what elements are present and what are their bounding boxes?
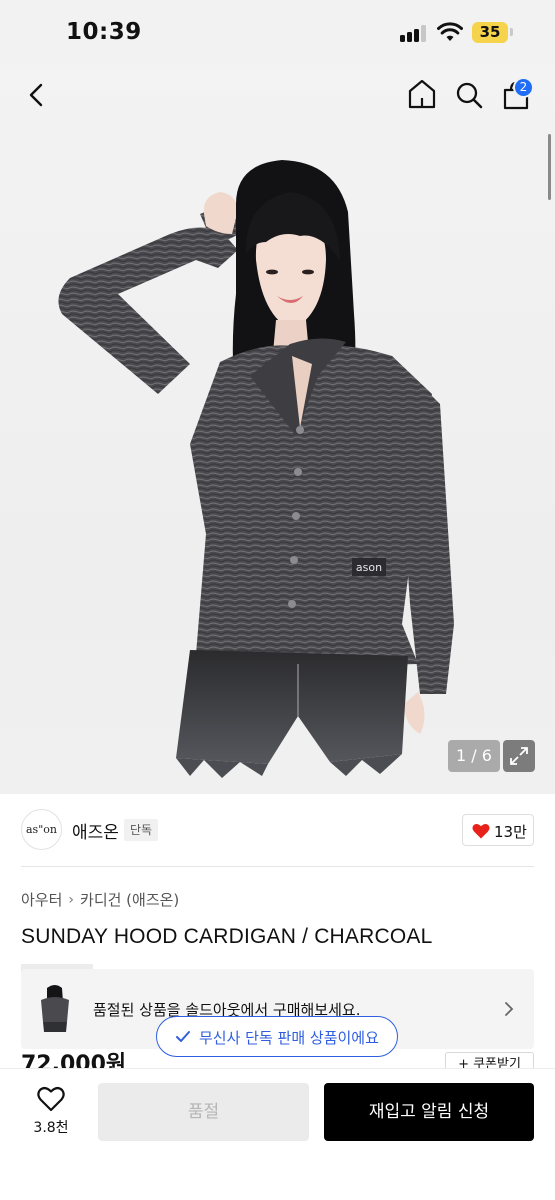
breadcrumb: 아우터 › 카디건 (애즈온)	[21, 889, 179, 910]
brand-name[interactable]: 애즈온	[72, 818, 119, 843]
signal-icon	[400, 25, 428, 42]
exclusive-sale-notice: 무신사 단독 판매 상품이에요	[156, 1016, 398, 1057]
product-price: 72,000원	[21, 1052, 127, 1068]
like-count: 13만	[494, 823, 527, 841]
like-button[interactable]: 13만	[462, 814, 534, 846]
heart-outline-icon[interactable]	[37, 1086, 65, 1112]
product-photo: ason	[58, 160, 454, 778]
status-bar: 10:39 35	[0, 0, 555, 64]
product-image-gallery[interactable]: ason 2 1 / 6	[0, 64, 555, 794]
garment-print-text: ason	[356, 561, 382, 574]
battery-indicator: 35	[472, 22, 508, 43]
wifi-icon	[437, 22, 463, 41]
exclusive-tag: 단독	[124, 819, 159, 841]
bottom-action-bar: 3.8천 품절 재입고 알림 신청	[0, 1068, 555, 1200]
bag-count-badge: 2	[513, 77, 534, 98]
check-icon	[176, 1031, 190, 1042]
product-title: SUNDAY HOOD CARDIGAN / CHARCOAL	[21, 925, 433, 948]
breadcrumb-item-outer[interactable]: 아우터	[21, 889, 62, 910]
exclusive-sale-label: 무신사 단독 판매 상품이에요	[199, 1029, 379, 1047]
scroll-indicator	[548, 134, 551, 200]
soldout-button: 품절	[98, 1083, 309, 1141]
expand-icon[interactable]	[503, 740, 535, 772]
home-button[interactable]	[406, 78, 438, 110]
heart-icon	[472, 823, 490, 839]
restock-alert-button[interactable]: 재입고 알림 신청	[324, 1083, 534, 1141]
section-divider	[21, 866, 534, 867]
brand-logo[interactable]: as"on	[21, 809, 62, 850]
image-counter: 1 / 6	[448, 740, 500, 772]
coupon-button[interactable]: + 쿠폰받기	[445, 1052, 534, 1068]
search-button[interactable]	[454, 80, 484, 110]
battery-tip	[510, 28, 513, 36]
status-time: 10:39	[66, 19, 142, 45]
wish-count: 3.8천	[33, 1120, 69, 1136]
product-thumbnail	[35, 982, 75, 1036]
back-button[interactable]	[22, 80, 52, 110]
chevron-right-icon	[505, 1002, 514, 1016]
chevron-right-icon: ›	[68, 891, 75, 908]
breadcrumb-item-cardigan[interactable]: 카디건 (애즈온)	[80, 889, 179, 910]
